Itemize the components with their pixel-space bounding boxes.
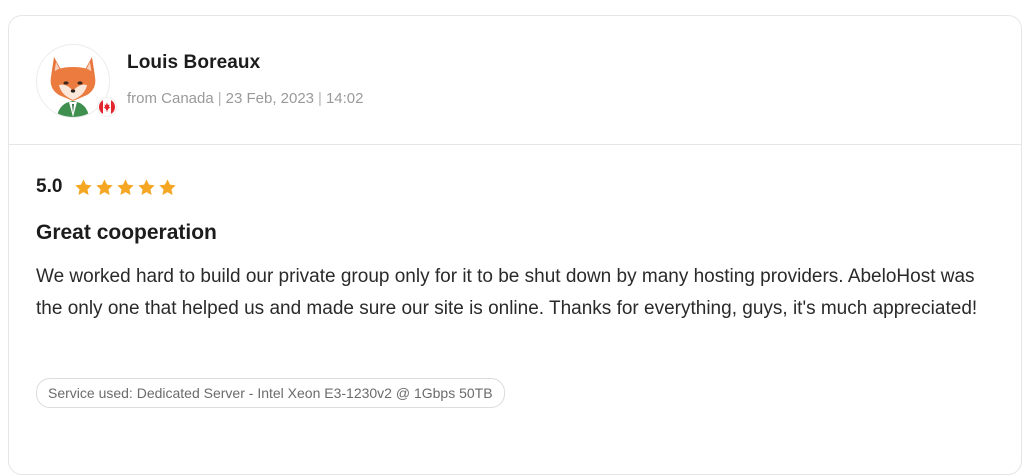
review-meta: from Canada | 23 Feb, 2023 | 14:02	[127, 90, 363, 107]
review-time: 14:02	[325, 90, 364, 107]
author-location: from Canada	[127, 90, 214, 107]
star-icon	[96, 178, 114, 195]
star-icon	[117, 178, 135, 195]
star-icon	[75, 178, 93, 195]
star-rating	[74, 178, 177, 197]
meta-separator: |	[318, 90, 322, 107]
canada-flag-icon	[98, 98, 116, 116]
meta-separator: |	[217, 90, 222, 107]
service-used-tag: Service used: Dedicated Server - Intel X…	[36, 378, 505, 408]
star-icon	[138, 178, 156, 195]
rating-value: 5.0	[36, 176, 63, 197]
author-name: Louis Boreaux	[127, 52, 261, 73]
review-body: We worked hard to build our private grou…	[36, 266, 978, 319]
rating-row: 5.0	[36, 176, 177, 198]
review-title: Great cooperation	[36, 221, 217, 244]
review-date: 23 Feb, 2023	[225, 90, 315, 107]
review-header: Louis Boreaux from Canada | 23 Feb, 2023 | 1…	[9, 16, 1021, 145]
author-avatar-container	[36, 44, 116, 118]
review-card: Louis Boreaux from Canada | 23 Feb, 2023 | 1…	[8, 15, 1022, 475]
star-icon	[159, 178, 177, 195]
